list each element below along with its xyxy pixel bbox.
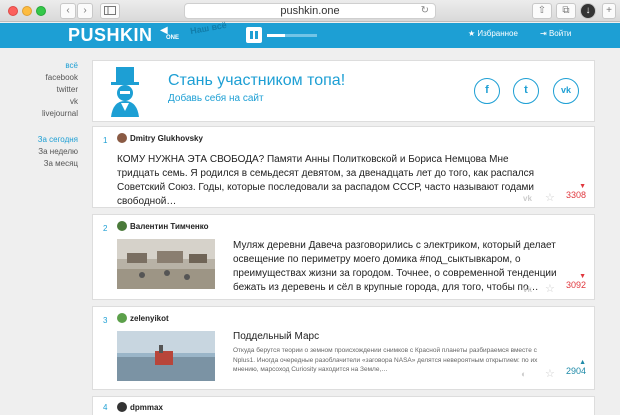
address-bar[interactable]: pushkin.one ↻ [184, 3, 436, 19]
avatar [117, 221, 127, 231]
back-button[interactable]: ‹ [60, 3, 76, 19]
twitter-icon: t [524, 84, 528, 96]
favorites-label: Избранное [477, 29, 518, 38]
favorite-star-icon[interactable]: ☆ [545, 367, 555, 380]
facebook-icon: f [485, 84, 489, 96]
sidebar-period-month[interactable]: За месяц [0, 158, 78, 170]
author-name: Валентин Тимченко [130, 222, 209, 231]
favorite-star-icon[interactable]: ☆ [545, 191, 555, 204]
feed-item[interactable]: 3 zelenyikot Поддельный Марс Откуда беру… [92, 306, 595, 390]
promo-title: Стань участником топа! [168, 72, 346, 89]
favorites-link[interactable]: ★ Избранное [468, 29, 518, 38]
tabs-button[interactable]: ⧉ [556, 3, 576, 19]
sidebar-toggle-button[interactable] [100, 3, 120, 19]
favorite-star-icon[interactable]: ☆ [545, 282, 555, 295]
feed-item[interactable]: 2 Валентин Тимченко Муляж деревни Давеча… [92, 214, 595, 300]
twitter-share-button[interactable]: t [513, 78, 539, 104]
share-button[interactable]: ⇧ [532, 3, 552, 19]
login-label: Войти [548, 29, 572, 38]
vote-down-icon: ▼ [579, 273, 586, 280]
promo-card: Стань участником топа! Добавь себя на са… [92, 60, 595, 122]
sidebar-period-today[interactable]: За сегодня [0, 134, 78, 146]
item-author[interactable]: Dmitry Glukhovsky [117, 133, 203, 143]
sidebar-item-vk[interactable]: vk [0, 96, 78, 108]
feed-item[interactable]: 4 dpmmax [92, 396, 595, 415]
browser-toolbar: ‹ › pushkin.one ↻ ⇧ ⧉ ↓ + [0, 0, 620, 22]
vk-share-icon[interactable]: vk [523, 285, 532, 294]
url-text: pushkin.one [280, 5, 340, 17]
vk-share-icon[interactable]: vk [523, 194, 532, 203]
site-header: PUSHKIN ◀ ONE Наш всё ★ Избранное ⇥ Войт… [0, 19, 620, 48]
pushkin-avatar-icon [111, 67, 139, 117]
vk-icon: vk [560, 85, 571, 95]
logo-suffix: ONE [166, 35, 180, 41]
sidebar-item-twitter[interactable]: twitter [0, 84, 78, 96]
vote-value: 3308 [565, 190, 586, 200]
downloads-button[interactable]: ↓ [580, 3, 596, 19]
reload-icon[interactable]: ↻ [421, 4, 429, 18]
sidebar-item-livejournal[interactable]: livejournal [0, 108, 78, 120]
item-rank: 2 [103, 224, 108, 233]
avatar [117, 313, 127, 323]
avatar [117, 133, 127, 143]
sidebar-period-week[interactable]: За неделю [0, 146, 78, 158]
minimize-window-button[interactable] [22, 6, 32, 16]
site-logo[interactable]: PUSHKIN [68, 25, 153, 46]
login-link[interactable]: ⇥ Войти [540, 29, 571, 38]
close-window-button[interactable] [8, 6, 18, 16]
sidebar: всё facebook twitter vk livejournal За с… [0, 60, 78, 170]
item-rank: 1 [103, 136, 108, 145]
author-name: dpmmax [130, 403, 163, 412]
item-author[interactable]: Валентин Тимченко [117, 221, 209, 231]
new-tab-button[interactable]: + [602, 3, 616, 19]
item-text[interactable]: Муляж деревни Давеча разговорились с эле… [233, 239, 563, 295]
item-author[interactable]: zelenyikot [117, 313, 169, 323]
item-title[interactable]: Поддельный Марс [233, 331, 319, 342]
zoom-window-button[interactable] [36, 6, 46, 16]
item-rank: 3 [103, 316, 108, 325]
pause-button[interactable] [246, 27, 262, 43]
logo-tagline: Наш всё [189, 19, 228, 37]
promo-add-link[interactable]: Добавь себя на сайт [168, 93, 264, 104]
login-icon: ⇥ [540, 29, 547, 38]
item-text[interactable]: Откуда берутся теории о земном происхожд… [233, 346, 553, 375]
item-rank: 4 [103, 403, 108, 412]
vote-down-icon: ▼ [579, 183, 586, 190]
item-thumbnail[interactable] [117, 239, 215, 289]
sidebar-item-all[interactable]: всё [0, 60, 78, 72]
vk-share-button[interactable]: vk [553, 78, 579, 104]
author-name: Dmitry Glukhovsky [130, 134, 203, 143]
vote-count[interactable]: ▼ 3092 [566, 273, 586, 290]
star-icon: ★ [468, 29, 476, 38]
vote-value: 2904 [565, 366, 586, 376]
sidebar-item-facebook[interactable]: facebook [0, 72, 78, 84]
item-text[interactable]: КОМУ НУЖНА ЭТА СВОБОДА? Памяти Анны Поли… [117, 153, 537, 209]
item-thumbnail[interactable] [117, 331, 215, 381]
player-progress[interactable] [267, 34, 317, 37]
player-progress-fill [267, 34, 285, 37]
item-author[interactable]: dpmmax [117, 402, 163, 412]
facebook-share-button[interactable]: f [474, 78, 500, 104]
vote-value: 3092 [565, 280, 586, 290]
forward-button[interactable]: › [77, 3, 93, 19]
feed-item[interactable]: 1 Dmitry Glukhovsky КОМУ НУЖНА ЭТА СВОБО… [92, 126, 595, 208]
vote-count[interactable]: ▲ 2904 [566, 359, 586, 376]
vote-up-icon: ▲ [579, 359, 586, 366]
share-icon[interactable]: ◐ [521, 369, 526, 379]
avatar [117, 402, 127, 412]
author-name: zelenyikot [130, 314, 169, 323]
sidebar-icon [104, 6, 116, 15]
vote-count[interactable]: ▼ 3308 [566, 183, 586, 200]
